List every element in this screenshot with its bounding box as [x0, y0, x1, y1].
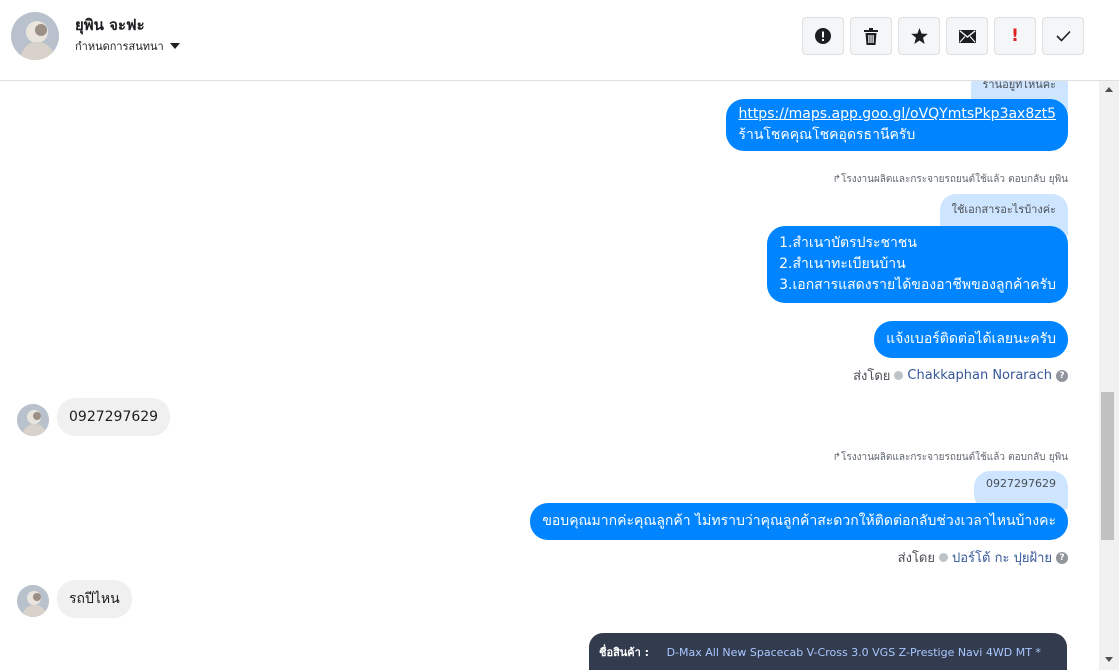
quoted-text: ใช้เอกสารอะไรบ้างค่ะ	[951, 203, 1056, 216]
sent-by-label: ส่งโดย	[897, 551, 935, 566]
message-line: 1.สำเนาบัตรประชาชน	[779, 235, 917, 251]
message-text: รถปีไหน	[69, 591, 120, 607]
message-text: ร้านโชคคุณโชคอุดรธานีครับ	[738, 127, 916, 143]
contact-avatar[interactable]	[11, 12, 59, 60]
conversation-header: ยุพิน จะฟะ กำหนดการสนทนา !	[0, 0, 1119, 81]
reply-meta-text: โรงงานผลิตและกระจายรถยนต์ใช้แล้ว ตอบกลับ…	[840, 452, 1068, 463]
message-line: 3.เอกสารแสดงรายได้ของอาชีพของลูกค้าครับ	[779, 277, 1056, 293]
help-icon[interactable]: ?	[1056, 369, 1068, 382]
scrollbar[interactable]	[1099, 81, 1119, 670]
product-card[interactable]: ชื่อสินค้า : D-Max All New Spacecab V-Cr…	[589, 633, 1067, 670]
outgoing-message: https://maps.app.goo.gl/oVQYmtsPkp3ax8zt…	[726, 99, 1068, 151]
product-value: D-Max All New Spacecab V-Cross 3.0 VGS Z…	[666, 646, 1041, 659]
customer-avatar[interactable]	[17, 585, 49, 617]
message-text: แจ้งเบอร์ติดต่อได้เลยนะครับ	[886, 331, 1056, 347]
reply-meta-text: โรงงานผลิตและกระจายรถยนต์ใช้แล้ว ตอบกลับ…	[840, 174, 1068, 185]
mark-done-button[interactable]	[1042, 17, 1084, 55]
priority-button[interactable]: !	[994, 17, 1036, 55]
scroll-up-arrow-icon[interactable]	[1105, 87, 1113, 92]
help-icon[interactable]: ?	[1056, 551, 1068, 564]
sent-by-label: ส่งโดย	[853, 369, 891, 384]
mark-spam-button[interactable]	[802, 17, 844, 55]
check-icon	[1055, 30, 1071, 42]
reply-meta: ↱โรงงานผลิตและกระจายรถยนต์ใช้แล้ว ตอบกลั…	[833, 450, 1068, 465]
quoted-text: 0927297629	[986, 477, 1056, 490]
product-label: ชื่อสินค้า :	[599, 646, 650, 659]
reply-arrow-icon: ↱	[832, 174, 841, 185]
customer-avatar[interactable]	[17, 404, 49, 436]
incoming-message: 0927297629	[57, 398, 171, 436]
sent-by-line: ส่งโดย Chakkaphan Norarach ?	[853, 365, 1068, 386]
outgoing-message: 1.สำเนาบัตรประชาชน 2.สำเนาทะเบียนบ้าน 3.…	[767, 226, 1068, 303]
exclamation-icon: !	[1011, 26, 1019, 46]
mark-unread-button[interactable]	[946, 17, 988, 55]
inbox-conversation-view: ยุพิน จะฟะ กำหนดการสนทนา ! ร้านอยู่ที่ไห…	[0, 0, 1119, 670]
sent-by-line: ส่งโดย ปอร์โต้ กะ ปุยฝ้าย ?	[898, 547, 1068, 568]
verified-icon	[939, 553, 948, 562]
contact-name[interactable]: ยุพิน จะฟะ	[75, 13, 145, 37]
delete-button[interactable]	[850, 17, 892, 55]
scroll-down-arrow-icon[interactable]	[1105, 657, 1113, 662]
star-button[interactable]	[898, 17, 940, 55]
message-text: 0927297629	[69, 409, 159, 425]
agent-name[interactable]: Chakkaphan Norarach	[907, 368, 1052, 383]
message-thread[interactable]: ร้านอยู่ที่ไหนคะ https://maps.app.goo.gl…	[0, 81, 1099, 670]
scrollbar-thumb[interactable]	[1101, 392, 1114, 540]
incoming-message: รถปีไหน	[57, 580, 132, 618]
assign-conversation-dropdown[interactable]: กำหนดการสนทนา	[75, 37, 180, 55]
envelope-icon	[958, 29, 976, 43]
message-text: ขอบคุณมากค่ะคุณลูกค้า ไม่ทราบว่าคุณลูกค้…	[542, 513, 1056, 529]
trash-icon	[864, 27, 878, 45]
caret-down-icon	[169, 43, 180, 49]
outgoing-message: แจ้งเบอร์ติดต่อได้เลยนะครับ	[874, 321, 1068, 358]
assign-label: กำหนดการสนทนา	[75, 40, 164, 53]
alert-circle-icon	[815, 28, 831, 44]
message-line: 2.สำเนาทะเบียนบ้าน	[779, 256, 906, 272]
verified-icon	[894, 371, 904, 380]
maps-link[interactable]: https://maps.app.goo.gl/oVQYmtsPkp3ax8zt…	[738, 106, 1056, 122]
quoted-text: ร้านอยู่ที่ไหนคะ	[982, 81, 1056, 91]
conversation-toolbar: !	[802, 17, 1084, 55]
reply-arrow-icon: ↱	[832, 452, 841, 463]
reply-meta: ↱โรงงานผลิตและกระจายรถยนต์ใช้แล้ว ตอบกลั…	[833, 172, 1068, 187]
star-icon	[910, 28, 928, 44]
outgoing-message: ขอบคุณมากค่ะคุณลูกค้า ไม่ทราบว่าคุณลูกค้…	[530, 503, 1068, 540]
agent-name[interactable]: ปอร์โต้ กะ ปุยฝ้าย	[952, 547, 1052, 568]
